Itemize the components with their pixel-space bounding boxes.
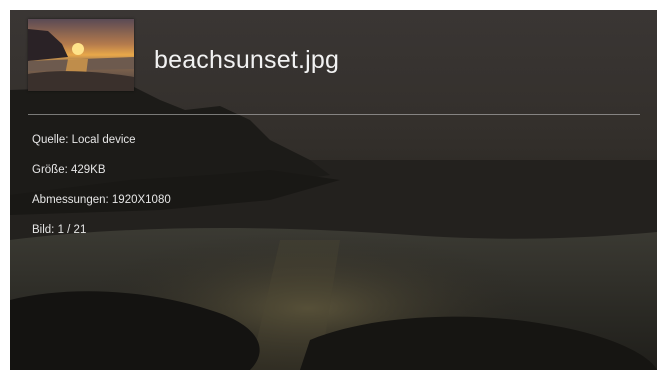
source-info: Quelle: Local device — [32, 134, 136, 146]
size-info: Größe: 429KB — [32, 164, 106, 176]
image-index-info: Bild: 1 / 21 — [32, 224, 87, 236]
photo-thumbnail — [28, 19, 134, 91]
photo-info-screen: beachsunset.jpg Quelle: Local device Grö… — [10, 10, 657, 370]
file-name-title: beachsunset.jpg — [154, 46, 340, 74]
divider-line — [28, 114, 640, 115]
dimensions-info: Abmessungen: 1920X1080 — [32, 194, 171, 206]
